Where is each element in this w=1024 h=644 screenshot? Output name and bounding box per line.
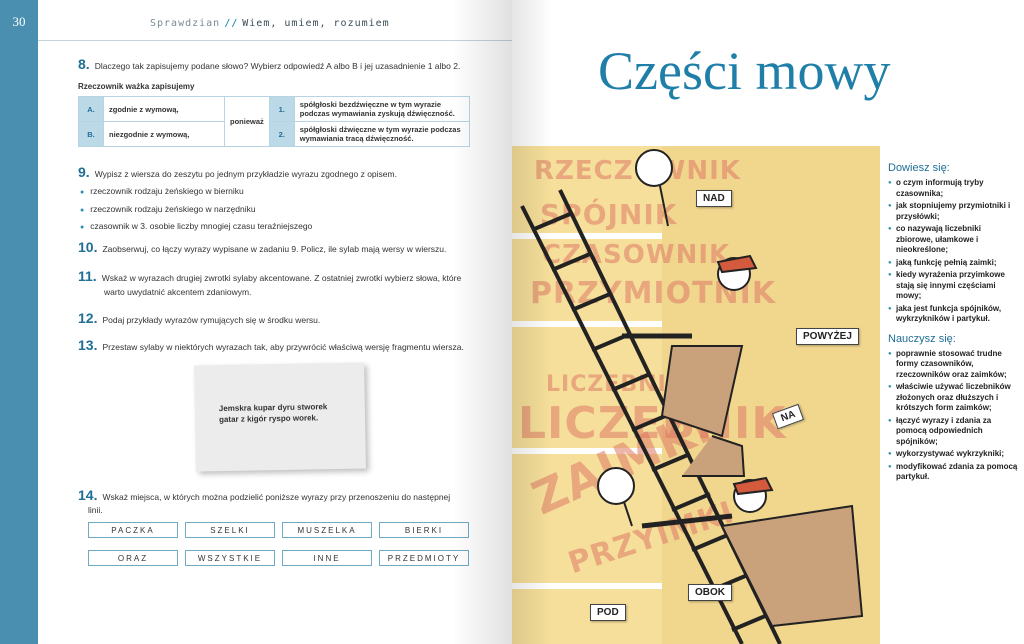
chapter-goals-sidebar: Dowiesz się: o czym informują tryby czas…: [888, 162, 1018, 485]
page-number: 30: [12, 14, 26, 29]
list-item: rzeczownik rodzaju żeńskiego w bierniku: [80, 186, 244, 196]
list-item: jak stopniujemy przymiotniki i przysłówk…: [888, 201, 1018, 222]
running-head: Sprawdzian//Wiem, umiem, rozumiem: [150, 18, 390, 29]
task-text: Zaobserwuj, co łączy wyrazy wypisane w z…: [102, 244, 447, 254]
task-text: Podaj przykłady wyrazów rymujących się w…: [102, 315, 321, 325]
task-8: 8. Dlaczego tak zapisujemy podane słowo? …: [78, 56, 498, 72]
word-box: BIERKI: [379, 522, 469, 538]
task-11-line-2: warto uwydatnić akcentem zdaniowym.: [104, 287, 252, 297]
word-box: ORAZ: [88, 550, 178, 566]
list-item: wykorzystywać wykrzykniki;: [888, 449, 1018, 460]
list-item: o czym informują tryby czasownika;: [888, 178, 1018, 199]
task-number: 12.: [78, 310, 98, 326]
task-14: 14. Wskaż miejsca, w których można podzie…: [78, 487, 498, 503]
tag-pod: POD: [590, 604, 626, 621]
option-letter: A.: [78, 96, 104, 122]
detectives-illustration: [520, 149, 864, 644]
scrambled-poem: Jemskra kupar dyru stworek gatar z kigór…: [218, 402, 328, 425]
skills-heading: Nauczysz się:: [888, 332, 956, 345]
task-text: Wypisz z wiersza do zeszytu po jednym pr…: [94, 169, 397, 179]
task-text: Dlaczego tak zapisujemy podane słowo? Wy…: [94, 61, 461, 71]
task-number: 8.: [78, 56, 90, 72]
list-item: rzeczownik rodzaju żeńskiego w narzędnik…: [80, 204, 255, 214]
word-box: PACZKA: [88, 522, 178, 538]
connector-cell: ponieważ: [224, 96, 270, 147]
list-item: czasownik w 3. osobie liczby mnogiej cza…: [80, 221, 312, 231]
list-item: jaką funkcję pełnią zaimki;: [888, 258, 1018, 269]
running-head-title: Wiem, umiem, rozumiem: [242, 18, 390, 29]
word-box: INNE: [282, 550, 372, 566]
word-box: PRZEDMIOTY: [379, 550, 469, 566]
task-8-subhead: Rzeczownik ważka zapisujemy: [78, 82, 195, 91]
table-row: A. zgodnie z wymową, ponieważ 1. spółgło…: [78, 96, 471, 147]
task-9: 9. Wypisz z wiersza do zeszytu po jednym …: [78, 164, 498, 180]
header-rule: [38, 40, 512, 41]
list-item: co nazywają liczebniki zbiorowe, ułamkow…: [888, 224, 1018, 256]
task-number: 11.: [78, 268, 97, 284]
option-answer: niezgodnie z wymową,: [103, 121, 225, 147]
learn-heading: Dowiesz się:: [888, 162, 950, 174]
task-12: 12. Podaj przykłady wyrazów rymujących si…: [78, 310, 498, 326]
list-item: kiedy wyrażenia przyimkowe stają się inn…: [888, 270, 1018, 302]
tag-obok: OBOK: [688, 584, 732, 601]
task-text-line-1: Wskaż w wyrazach drugiej zwrotki sylaby …: [101, 273, 462, 283]
running-head-separator: //: [224, 18, 239, 29]
task-number: 10.: [78, 239, 98, 255]
running-head-section: Sprawdzian: [150, 18, 221, 29]
list-item: modyfikować zdania za pomocą partykuł.: [888, 462, 1018, 483]
word-box: MUSZELKA: [282, 522, 372, 538]
task-number: 14.: [78, 487, 98, 503]
option-digit: 2.: [268, 121, 295, 147]
task-13: 13. Przestaw sylaby w niektórych wyrazach…: [78, 337, 498, 353]
option-digit: 1.: [268, 96, 295, 122]
task-number: 9.: [78, 164, 90, 180]
list-item: właściwie używać liczebników złożonych o…: [888, 382, 1018, 414]
chapter-illustration: RZECZOWNIK SPÓJNIK CZASOWNIK PRZYMIOTNIK…: [512, 146, 880, 644]
list-item: poprawnie stosować trudne formy czasowni…: [888, 349, 1018, 381]
page-side-strip: [0, 0, 38, 644]
textbook-spread: 30 Sprawdzian//Wiem, umiem, rozumiem 8. D…: [0, 0, 1024, 644]
task-text: Przestaw sylaby w niektórych wyrazach ta…: [102, 342, 464, 352]
task-text-line-1: Wskaż miejsca, w których można podzielić…: [102, 492, 451, 502]
option-answer: zgodnie z wymową,: [103, 96, 225, 122]
tag-nad: NAD: [696, 190, 732, 207]
answer-table: A. zgodnie z wymową, ponieważ 1. spółgło…: [78, 96, 471, 147]
tag-powyzej: POWYŻEJ: [796, 328, 859, 345]
chapter-title: Części mowy: [598, 41, 891, 101]
word-box: WSZYSTKIE: [185, 550, 275, 566]
task-11: 11. Wskaż w wyrazach drugiej zwrotki syla…: [78, 268, 498, 284]
left-page: 30 Sprawdzian//Wiem, umiem, rozumiem 8. D…: [0, 0, 512, 644]
sticky-note: Jemskra kupar dyru stworek gatar z kigór…: [194, 362, 366, 472]
task-14-line-2: linii.: [88, 505, 103, 515]
option-reason: spółgłoski bezdźwięczne w tym wyrazie po…: [293, 96, 471, 122]
option-reason: spółgłoski dźwięczne w tym wyrazie podcz…: [293, 121, 471, 147]
task-10: 10. Zaobserwuj, co łączy wyrazy wypisane …: [78, 239, 498, 255]
list-item: łączyć wyrazy i zdania za pomocą odpowie…: [888, 416, 1018, 448]
list-item: jaka jest funkcja spójników, wykrzyknikó…: [888, 304, 1018, 325]
task-number: 13.: [78, 337, 98, 353]
word-box: SZELKI: [185, 522, 275, 538]
right-page: Części mowy RZECZOWNIK SPÓJNIK CZASOWNIK…: [512, 0, 1024, 644]
table-row: B. niezgodnie z wymową, 2. spółgłoski dź…: [78, 121, 471, 147]
option-letter: B.: [78, 121, 104, 147]
